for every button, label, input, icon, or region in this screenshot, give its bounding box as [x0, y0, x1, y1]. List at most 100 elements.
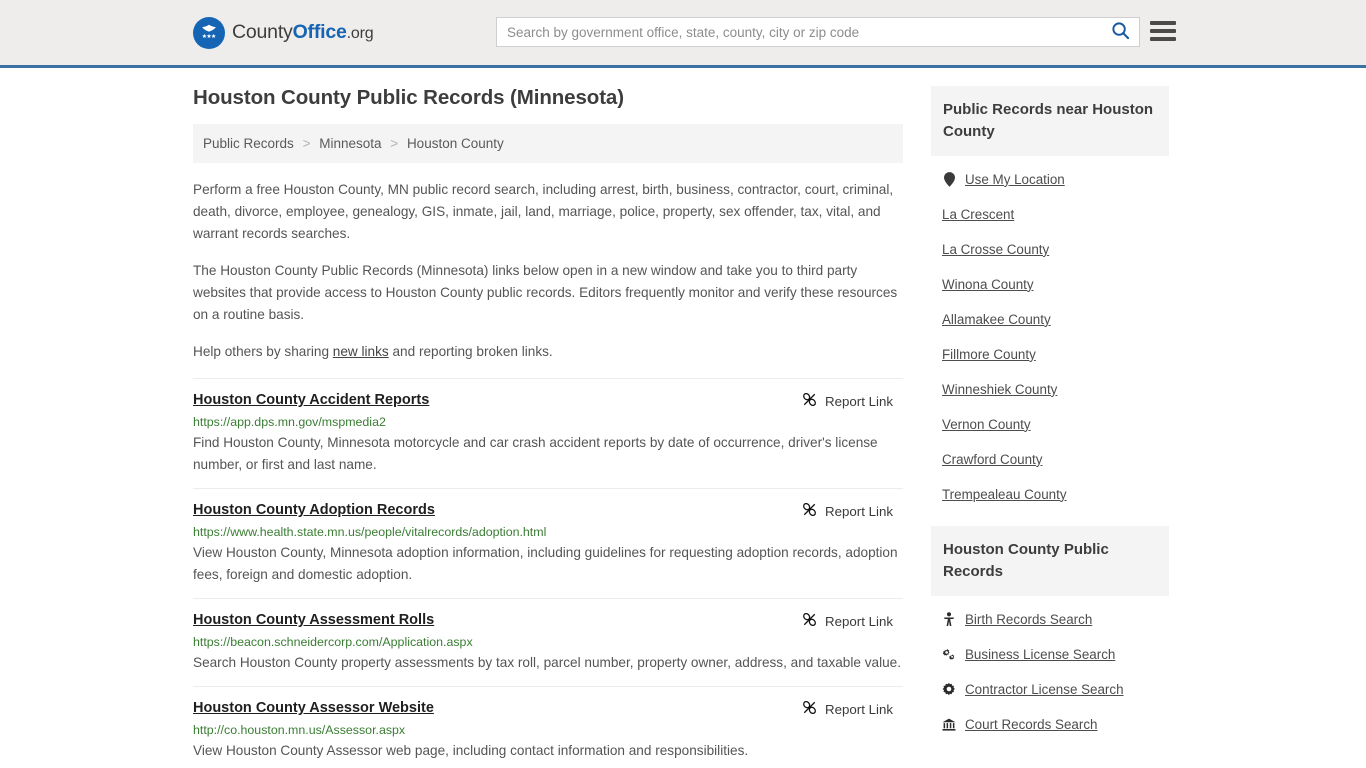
record-description: View Houston County, Minnesota adoption …: [193, 545, 898, 583]
broken-chain-icon: [802, 700, 817, 718]
sidebar-nearby-link[interactable]: Trempealeau County: [942, 487, 1067, 502]
page-body: Houston County Public Records (Minnesota…: [0, 68, 1366, 768]
sidebar-nearby-item[interactable]: La Crosse County: [931, 232, 1169, 267]
record-header: Houston County Assessor Website Report Li…: [193, 700, 903, 718]
sidebar-nearby-item[interactable]: Crawford County: [931, 442, 1169, 477]
search-icon: [1111, 21, 1130, 43]
site-header: CountyOffice.org: [0, 0, 1366, 68]
record-header: Houston County Adoption Records Report Li…: [193, 502, 903, 520]
record-item: Houston County Adoption Records Report Li…: [193, 488, 903, 598]
report-link-label: Report Link: [825, 393, 893, 409]
courthouse-icon: [942, 718, 956, 731]
sidebar-nearby-item[interactable]: Allamakee County: [931, 302, 1169, 337]
map-pin-icon: [942, 171, 956, 187]
sidebar-nearby-link[interactable]: La Crosse County: [942, 242, 1049, 257]
record-description: Find Houston County, Minnesota motorcycl…: [193, 435, 878, 473]
record-url[interactable]: https://app.dps.mn.gov/mspmedia2: [193, 415, 903, 429]
sidebar-county-record-item[interactable]: Contractor License Search: [931, 672, 1169, 707]
record-title-link[interactable]: Houston County Adoption Records: [193, 502, 435, 518]
record-description: Search Houston County property assessmen…: [193, 655, 902, 671]
sidebar-heading-nearby: Public Records near Houston County: [931, 86, 1169, 156]
record-header: Houston County Assessment Rolls Report Li…: [193, 612, 903, 630]
broken-chain-icon: [802, 612, 817, 630]
sidebar-nearby-item[interactable]: Winona County: [931, 267, 1169, 302]
record-item: Houston County Assessment Rolls Report Li…: [193, 598, 903, 686]
report-link-button[interactable]: Report Link: [802, 612, 903, 630]
breadcrumb-item-public-records[interactable]: Public Records: [203, 136, 294, 151]
baby-icon: [942, 611, 956, 627]
cog-icon: [942, 682, 956, 696]
report-link-button[interactable]: Report Link: [802, 502, 903, 520]
record-item: Houston County Assessor Website Report Li…: [193, 686, 903, 768]
search-button[interactable]: [1101, 18, 1139, 46]
sidebar-nearby-item[interactable]: Fillmore County: [931, 337, 1169, 372]
search-input[interactable]: [497, 18, 1101, 46]
record-item: Houston County Accident Reports Report Li…: [193, 378, 903, 488]
record-list: Houston County Accident Reports Report Li…: [193, 378, 903, 768]
sidebar: Public Records near Houston County Use M…: [931, 86, 1169, 768]
sidebar-county-record-link[interactable]: Business License Search: [965, 647, 1115, 662]
sidebar-county-record-link[interactable]: Contractor License Search: [965, 682, 1124, 697]
report-link-label: Report Link: [825, 613, 893, 629]
record-url[interactable]: https://www.health.state.mn.us/people/vi…: [193, 525, 903, 539]
sidebar-nearby-link[interactable]: La Crescent: [942, 207, 1014, 222]
sidebar-nearby-link[interactable]: Crawford County: [942, 452, 1042, 467]
help-text-before: Help others by sharing: [193, 344, 333, 360]
sidebar-county-record-link[interactable]: Court Records Search: [965, 717, 1097, 732]
broken-chain-icon: [802, 502, 817, 520]
new-links-link[interactable]: new links: [333, 344, 389, 359]
sidebar-nearby-link[interactable]: Winona County: [942, 277, 1034, 292]
intro-paragraph-2: The Houston County Public Records (Minne…: [193, 263, 898, 323]
sidebar-heading-county-records: Houston County Public Records: [931, 525, 1169, 596]
sidebar-nearby-link[interactable]: Vernon County: [942, 417, 1031, 432]
sidebar-nearby-item[interactable]: La Crescent: [931, 197, 1169, 232]
report-link-button[interactable]: Report Link: [802, 700, 903, 718]
sidebar-county-record-link[interactable]: Birth Records Search: [965, 612, 1092, 627]
record-title-link[interactable]: Houston County Assessor Website: [193, 700, 434, 716]
sidebar-county-record-item[interactable]: Birth Records Search: [931, 602, 1169, 637]
search-bar[interactable]: [496, 17, 1140, 47]
logo-text-org: .org: [346, 25, 374, 42]
main-column: Houston County Public Records (Minnesota…: [193, 86, 903, 768]
record-description: View Houston County Assessor web page, i…: [193, 743, 749, 759]
report-link-label: Report Link: [825, 701, 893, 717]
record-title-link[interactable]: Houston County Assessment Rolls: [193, 612, 434, 628]
intro-paragraph-1: Perform a free Houston County, MN public…: [193, 182, 894, 242]
sidebar-nearby-item[interactable]: Vernon County: [931, 407, 1169, 442]
page-title: Houston County Public Records (Minnesota…: [193, 86, 624, 109]
record-url[interactable]: http://co.houston.mn.us/Assessor.aspx: [193, 723, 903, 737]
cogs-icon: [942, 647, 956, 661]
sidebar-nearby-link[interactable]: Fillmore County: [942, 347, 1036, 362]
sidebar-county-record-item[interactable]: Business License Search: [931, 637, 1169, 672]
sidebar-nearby-item[interactable]: Trempealeau County: [931, 477, 1169, 512]
eagle-shield-logo-icon: [193, 16, 225, 49]
record-url[interactable]: https://beacon.schneidercorp.com/Applica…: [193, 635, 903, 649]
record-title-link[interactable]: Houston County Accident Reports: [193, 392, 429, 408]
logo-text-county: County: [232, 21, 293, 43]
hamburger-bar: [1150, 37, 1176, 41]
sidebar-nearby-link[interactable]: Use My Location: [965, 172, 1065, 187]
hamburger-bar: [1150, 29, 1176, 33]
help-share-paragraph: Help others by sharing new links and rep…: [193, 341, 903, 363]
help-text-after: and reporting broken links.: [388, 344, 553, 360]
logo-text-office: Office: [292, 21, 347, 43]
sidebar-county-records-list: Birth Records Search Business License Sea…: [931, 596, 1169, 742]
hamburger-bar: [1150, 21, 1176, 25]
sidebar-county-record-item[interactable]: Court Records Search: [931, 707, 1169, 742]
breadcrumb-item-houston-county[interactable]: Houston County: [407, 136, 504, 151]
breadcrumb-separator: >: [390, 136, 399, 151]
sidebar-nearby-list: Use My Location La Crescent La Crosse Coun…: [931, 156, 1169, 512]
sidebar-nearby-item[interactable]: Winneshiek County: [931, 372, 1169, 407]
breadcrumb: Public Records > Minnesota > Houston Cou…: [193, 124, 903, 163]
report-link-button[interactable]: Report Link: [802, 392, 903, 410]
broken-chain-icon: [802, 392, 817, 410]
site-logo[interactable]: CountyOffice.org: [193, 16, 374, 49]
breadcrumb-separator: >: [302, 136, 311, 151]
sidebar-nearby-link[interactable]: Winneshiek County: [942, 382, 1057, 397]
sidebar-nearby-item[interactable]: Use My Location: [931, 162, 1169, 197]
breadcrumb-item-minnesota[interactable]: Minnesota: [319, 136, 381, 151]
sidebar-nearby-link[interactable]: Allamakee County: [942, 312, 1051, 327]
hamburger-menu-icon[interactable]: [1150, 19, 1176, 43]
report-link-label: Report Link: [825, 503, 893, 519]
site-logo-text: CountyOffice.org: [232, 21, 374, 44]
